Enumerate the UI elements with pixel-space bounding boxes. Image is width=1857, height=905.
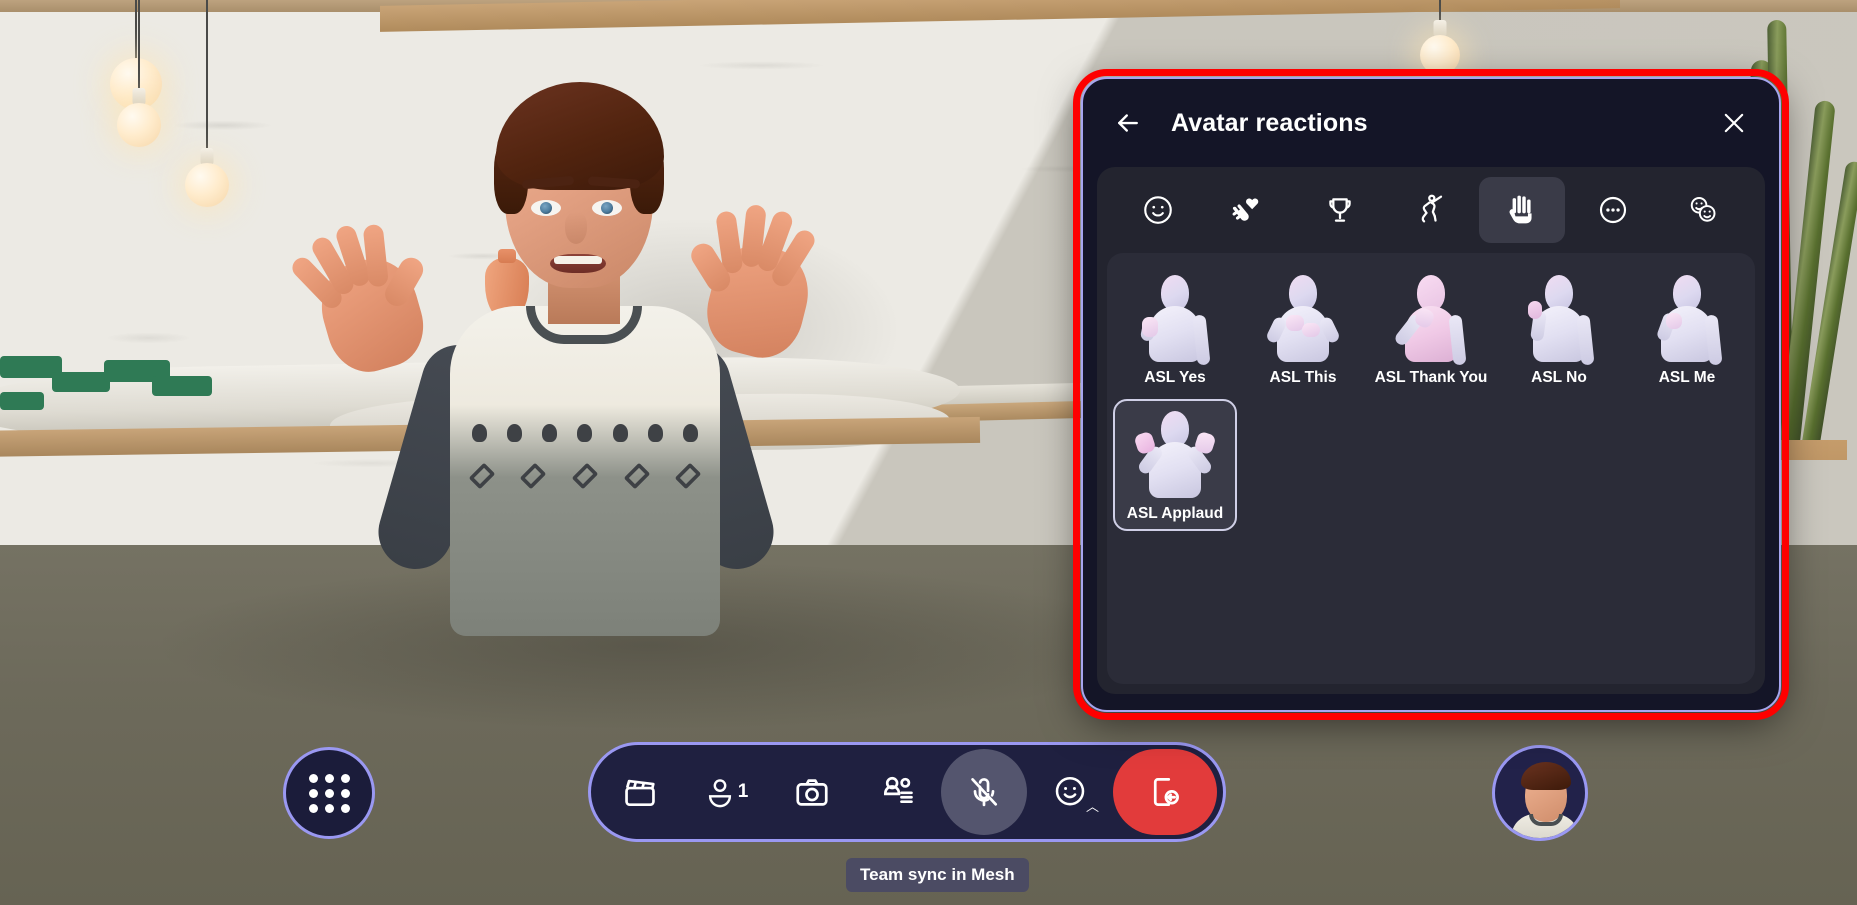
avatar-asl-yes-figure — [1132, 273, 1218, 366]
reaction-asl-no[interactable]: ASL No — [1497, 263, 1621, 395]
media-button[interactable] — [597, 749, 683, 835]
people-chat-icon — [883, 776, 913, 804]
avatar-asl-no-figure — [1516, 273, 1602, 366]
trophy-icon — [1329, 198, 1351, 222]
smiley-face-icon — [1144, 196, 1173, 224]
leave-door-icon — [1153, 778, 1179, 806]
app-window: Avatar reactions ASL Yes ASL This ASL Th… — [0, 0, 1857, 905]
reaction-asl-yes[interactable]: ASL Yes — [1113, 263, 1237, 395]
close-button[interactable] — [1711, 100, 1757, 146]
avatar-asl-thankyou-figure — [1388, 273, 1474, 366]
reaction-label: ASL Me — [1658, 369, 1716, 386]
avatar-mouth — [550, 254, 606, 273]
microphone-button[interactable] — [941, 749, 1027, 835]
tab-custom[interactable] — [1660, 177, 1746, 243]
chair-4 — [152, 376, 212, 396]
reaction-asl-thank-you[interactable]: ASL Thank You — [1369, 263, 1493, 395]
chair-5 — [0, 392, 44, 410]
meeting-toolbar: 1 ︿ — [588, 742, 1226, 842]
participant-count: 1 — [737, 781, 749, 802]
page-title: Avatar reactions — [1171, 108, 1368, 137]
reactions-grid-container: ASL Yes ASL This ASL Thank You ASL No AS… — [1107, 253, 1755, 684]
avatar-asl-me-figure — [1644, 273, 1730, 366]
reaction-label: ASL No — [1531, 369, 1587, 386]
chevron-up-icon: ︿ — [1085, 799, 1099, 814]
tab-emoji[interactable] — [1115, 177, 1201, 243]
double-smiley-icon — [1691, 196, 1716, 222]
reaction-label: ASL Yes — [1144, 369, 1206, 386]
apps-launcher-button[interactable] — [283, 747, 375, 839]
smiley-caret-icon — [1055, 776, 1085, 806]
avatar-reactions-panel: Avatar reactions ASL Yes ASL This ASL Th… — [1081, 77, 1781, 712]
sweater-dot-pattern — [462, 422, 708, 444]
avatar-right-hand — [686, 204, 819, 366]
person-icon — [708, 779, 731, 808]
self-avatar-thumbnail[interactable] — [1492, 745, 1588, 841]
avatar-eye-left — [531, 200, 561, 216]
chat-button[interactable] — [855, 749, 941, 835]
avatar-left-hand — [288, 223, 434, 382]
reactions-button[interactable]: ︿ — [1027, 749, 1113, 835]
camera-icon — [796, 779, 828, 806]
clapperboard-icon — [625, 779, 655, 807]
camera-button[interactable] — [769, 749, 855, 835]
tab-dance[interactable] — [1388, 177, 1474, 243]
participant-avatar-character — [288, 60, 860, 636]
reaction-asl-this[interactable]: ASL This — [1241, 263, 1365, 395]
chair-2 — [52, 372, 110, 392]
microphone-muted-icon — [971, 778, 998, 807]
avatar-nose — [565, 212, 587, 244]
tab-more[interactable] — [1570, 177, 1656, 243]
participants-button[interactable]: 1 — [683, 749, 769, 835]
leave-meeting-button[interactable] — [1113, 749, 1217, 835]
reaction-label: ASL Applaud — [1126, 505, 1224, 522]
tab-asl[interactable] — [1478, 177, 1565, 243]
avatar-asl-this-figure — [1260, 273, 1346, 365]
reaction-asl-me[interactable]: ASL Me — [1625, 263, 1749, 395]
reaction-category-tabs — [1097, 167, 1765, 253]
panel-body: ASL Yes ASL This ASL Thank You ASL No AS… — [1097, 167, 1765, 694]
back-button[interactable] — [1105, 100, 1151, 146]
panel-header: Avatar reactions — [1083, 79, 1779, 167]
reaction-asl-applaud[interactable]: ASL Applaud — [1113, 399, 1237, 531]
raised-hand-icon — [1509, 195, 1532, 224]
grid-dots-icon — [308, 773, 318, 783]
avatar-eye-right — [592, 200, 622, 216]
tab-celebrate[interactable] — [1297, 177, 1383, 243]
reaction-label: ASL Thank You — [1374, 369, 1488, 386]
tab-applause[interactable] — [1206, 177, 1292, 243]
sweater-diamond-pattern — [456, 446, 714, 506]
meeting-name-tooltip: Team sync in Mesh — [846, 858, 1029, 892]
avatar-hair — [496, 82, 664, 190]
ellipsis-circle-icon — [1599, 196, 1626, 224]
reaction-label: ASL This — [1269, 369, 1337, 386]
dancing-person-icon — [1421, 194, 1443, 223]
hand-heart-icon — [1232, 198, 1259, 221]
avatar-asl-applaud-figure — [1132, 409, 1218, 501]
arrow-left-icon — [1118, 114, 1138, 132]
reactions-grid: ASL Yes ASL This ASL Thank You ASL No AS… — [1113, 263, 1749, 531]
close-icon — [1724, 113, 1744, 133]
